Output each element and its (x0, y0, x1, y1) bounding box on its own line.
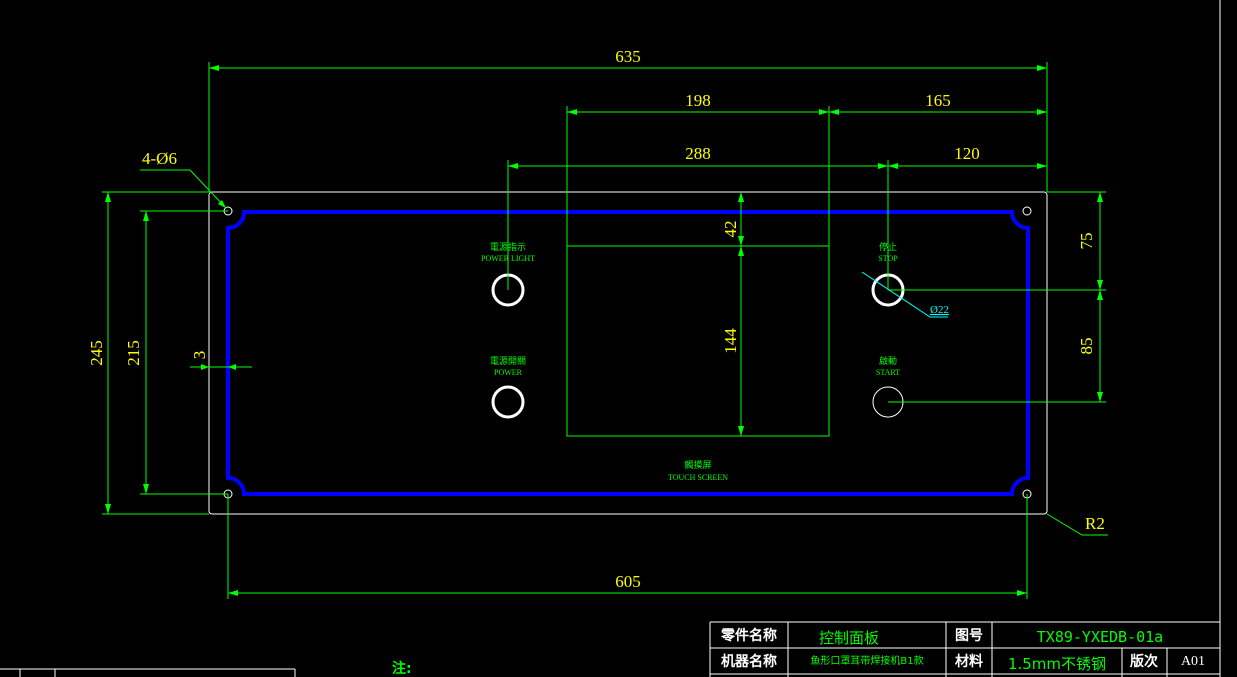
tb-revision-label: 版次 (1130, 653, 1158, 670)
tb-drawing-no-label: 图号 (955, 628, 983, 644)
callout-corner-radius: R2 (1085, 514, 1105, 533)
dim-144: 144 (721, 328, 740, 354)
label-power-en: POWER (494, 368, 523, 377)
label-touch-en: TOUCH SCREEN (668, 473, 728, 482)
tb-part-name-value: 控制面板 (819, 629, 879, 647)
tb-machine-name-label: 机器名称 (721, 653, 777, 670)
dim-75: 75 (1077, 233, 1096, 250)
label-power-cn: 電源開關 (490, 356, 526, 367)
cad-drawing: 635 198 165 288 120 42 144 75 85 245 215… (0, 0, 1237, 677)
dim-inner-height: 215 (124, 340, 143, 366)
callout-holes: 4-Ø6 (142, 149, 177, 168)
label-stop-en: STOP (878, 254, 898, 263)
note-label: 注: (392, 660, 412, 677)
tb-machine-name-value: 鱼形口罩耳带焊接机B1款 (810, 654, 923, 667)
dim-288: 288 (685, 144, 711, 163)
label-start-cn: 啟動 (879, 355, 897, 367)
tb-material-value: 1.5mm不锈钢 (1008, 655, 1106, 673)
tb-drawing-no-value: TX89-YXEDB-01a (1037, 628, 1163, 646)
label-power-light-en: POWER LIGHT (481, 254, 535, 263)
tb-part-name-label: 零件名称 (720, 627, 777, 644)
label-start-en: START (876, 368, 900, 377)
dim-120: 120 (954, 144, 980, 163)
dim-margin: 3 (190, 351, 209, 360)
label-power-light-cn: 電源指示 (490, 241, 526, 253)
label-stop-cn: 停止 (879, 241, 897, 253)
tb-revision-value: A01 (1181, 654, 1205, 669)
label-touch-cn: 觸摸屏 (684, 459, 711, 471)
dim-total-width: 635 (615, 47, 641, 66)
callout-button-diameter: Ø22 (930, 304, 949, 316)
dim-total-height: 245 (87, 340, 106, 366)
dim-42: 42 (721, 221, 740, 238)
dim-bottom-width: 605 (615, 572, 641, 591)
dim-198: 198 (685, 91, 711, 110)
tb-material-label: 材料 (955, 653, 983, 670)
dim-165: 165 (925, 91, 951, 110)
dim-85: 85 (1077, 338, 1096, 355)
